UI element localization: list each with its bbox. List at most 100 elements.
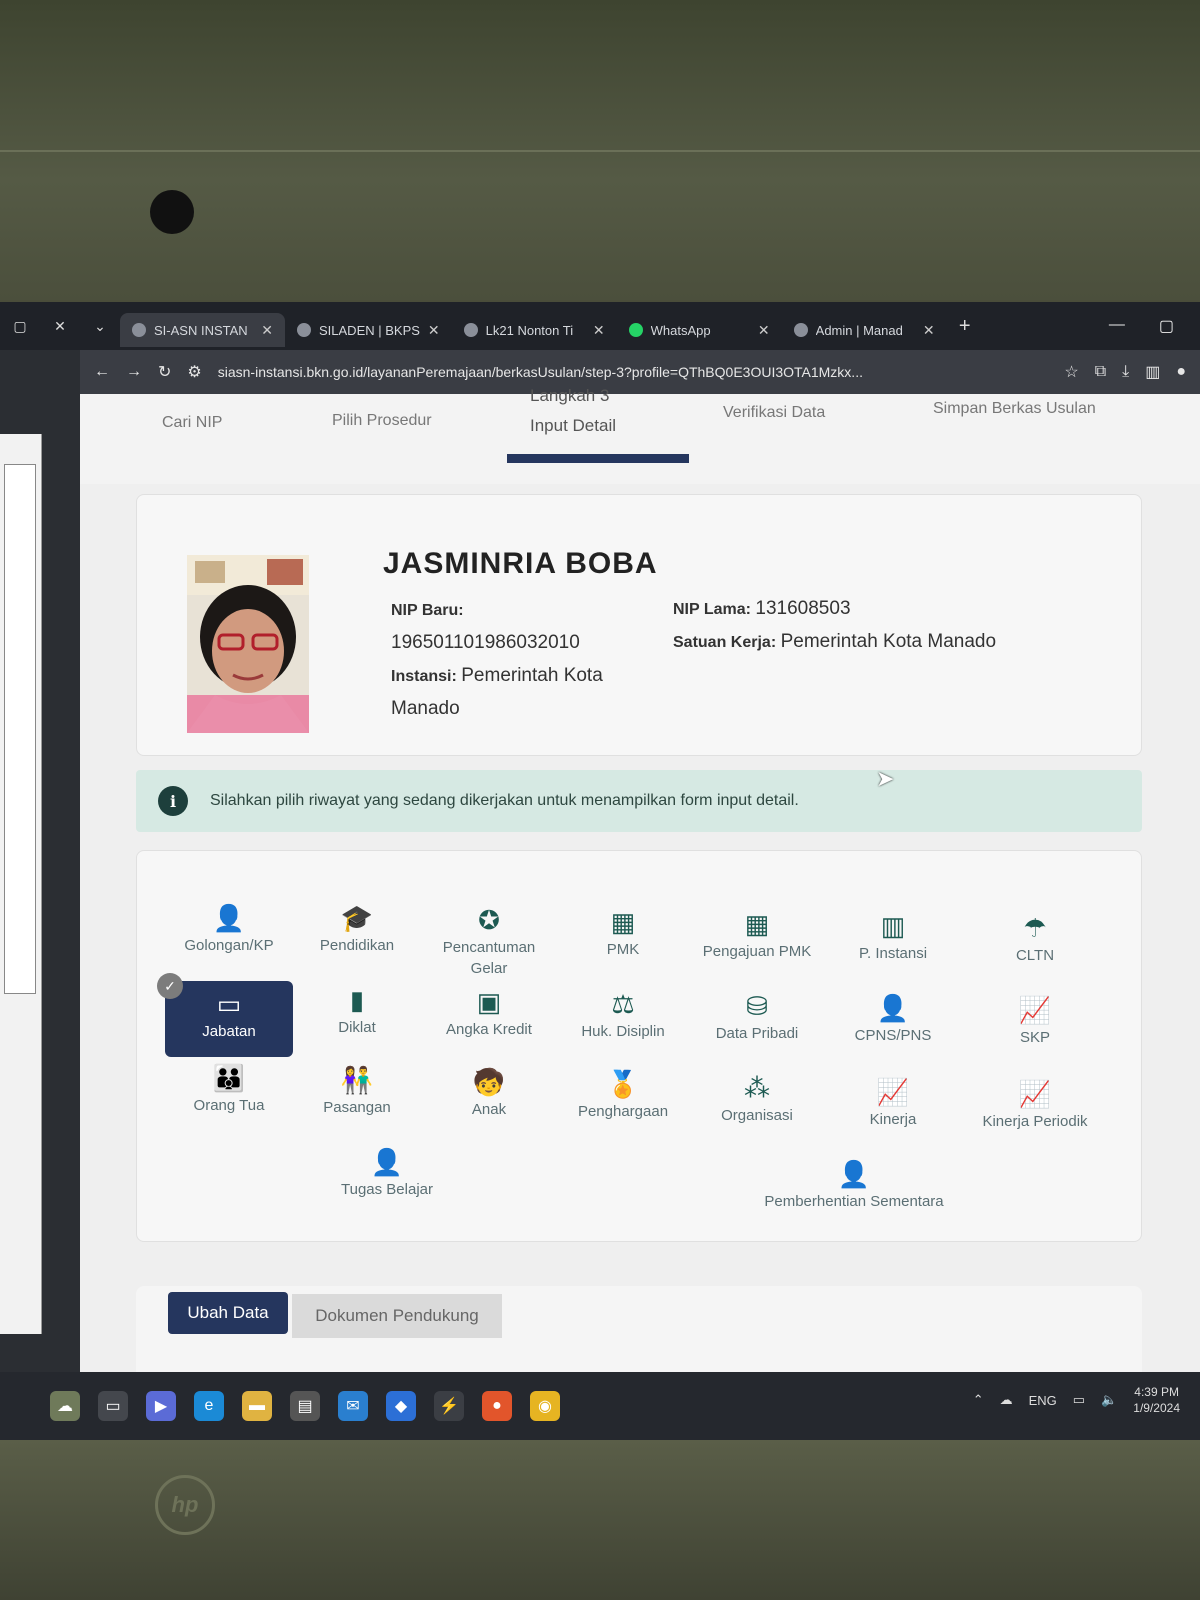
tab-label: SILADEN | BKPS xyxy=(319,322,420,338)
menu-data-pribadi[interactable]: ⛁ Data Pribadi xyxy=(693,991,821,1044)
menu-label: CPNS/PNS xyxy=(854,1027,932,1044)
menu-kinerja[interactable]: 📈 Kinerja xyxy=(829,1077,957,1130)
firefox-icon[interactable]: ● xyxy=(482,1391,512,1421)
clock[interactable]: 4:39 PM 1/9/2024 xyxy=(1133,1384,1180,1416)
menu-jabatan[interactable]: ✓ ▭ Jabatan xyxy=(157,973,293,1057)
menu-label: Penghargaan xyxy=(577,1103,669,1120)
tab-siasn[interactable]: SI-ASN INSTAN ✕ xyxy=(120,313,285,347)
network-icon: ⁂ xyxy=(744,1073,770,1103)
satuan-kerja-label: Satuan Kerja: xyxy=(673,634,777,651)
menu-label: Jabatan xyxy=(202,1023,256,1040)
chrome-icon[interactable]: ◉ xyxy=(530,1391,560,1421)
step-cari-nip[interactable]: Cari NIP xyxy=(162,414,222,432)
step-simpan-berkas[interactable]: Simpan Berkas Usulan xyxy=(933,400,1096,418)
site-settings-icon[interactable]: ⚙ xyxy=(187,362,201,382)
menu-angka-kredit[interactable]: ▣ Angka Kredit xyxy=(425,987,553,1040)
task-view-icon[interactable]: ▭ xyxy=(98,1391,128,1421)
menu-pasangan[interactable]: 👫 Pasangan xyxy=(293,1065,421,1118)
download-icon[interactable]: ⤓ xyxy=(1122,363,1129,381)
menu-pencantuman-gelar[interactable]: ✪ Pencantuman Gelar xyxy=(425,905,553,979)
forward-icon[interactable]: → xyxy=(126,363,142,381)
dokumen-pendukung-button[interactable]: Dokumen Pendukung xyxy=(292,1294,502,1338)
menu-cpns-pns[interactable]: 👤 CPNS/PNS xyxy=(829,993,957,1046)
app-icon[interactable]: ⚡ xyxy=(434,1391,464,1421)
tab-siladen[interactable]: SILADEN | BKPS ✕ xyxy=(285,313,452,347)
url-field[interactable]: siasn-instansi.bkn.go.id/layananPeremaja… xyxy=(218,364,1049,380)
menu-kinerja-periodik[interactable]: 📈 Kinerja Periodik xyxy=(971,1079,1099,1132)
chevron-up-icon[interactable]: ⌃ xyxy=(973,1392,984,1408)
menu-diklat[interactable]: ▮ Diklat xyxy=(293,985,421,1038)
database-icon: ⛁ xyxy=(746,991,768,1021)
minimize-icon[interactable]: — xyxy=(1109,316,1125,336)
tab-search-icon[interactable]: ⌄ xyxy=(80,318,120,335)
site-icon xyxy=(132,323,146,337)
instansi-label: Instansi: xyxy=(391,668,457,685)
language-indicator[interactable]: ENG xyxy=(1029,1393,1057,1408)
user-check-icon: 👤 xyxy=(370,1147,404,1177)
tab-admin[interactable]: Admin | Manad ✕ xyxy=(782,313,947,347)
menu-anak[interactable]: 🧒 Anak xyxy=(425,1067,553,1120)
store-icon[interactable]: ▤ xyxy=(290,1391,320,1421)
info-text: Silahkan pilih riwayat yang sedang diker… xyxy=(210,792,799,809)
close-icon[interactable]: ✕ xyxy=(758,322,770,339)
info-alert: i Silahkan pilih riwayat yang sedang dik… xyxy=(136,770,1142,832)
dropbox-icon[interactable]: ◆ xyxy=(386,1391,416,1421)
video-call-icon[interactable]: ▶ xyxy=(146,1391,176,1421)
tab-lk21[interactable]: Lk21 Nonton Ti ✕ xyxy=(452,313,617,347)
menu-huk-disiplin[interactable]: ⚖ Huk. Disiplin xyxy=(559,989,687,1042)
profile-icon[interactable]: ● xyxy=(1176,363,1186,381)
menu-penghargaan[interactable]: 🏅 Penghargaan xyxy=(559,1069,687,1122)
maximize-icon[interactable]: ▢ xyxy=(1159,316,1174,336)
network-tray-icon[interactable]: ☁ xyxy=(1000,1392,1013,1408)
bezel-line xyxy=(0,150,1200,152)
menu-pendidikan[interactable]: 🎓 Pendidikan xyxy=(293,903,421,956)
menu-tugas-belajar[interactable]: 👤 Tugas Belajar xyxy=(323,1147,451,1200)
mouse-cursor-icon: ➤ xyxy=(876,766,895,791)
ubah-data-button[interactable]: Ubah Data xyxy=(168,1292,288,1334)
close-icon[interactable]: ✕ xyxy=(593,322,605,339)
menu-pmk[interactable]: ▦ PMK xyxy=(559,907,687,960)
edge-icon[interactable]: e xyxy=(194,1391,224,1421)
window-menu-icon[interactable]: ▢ xyxy=(0,318,40,335)
file-explorer-icon[interactable]: ▬ xyxy=(242,1391,272,1421)
menu-cltn[interactable]: ☂ CLTN xyxy=(971,913,1099,966)
menu-pemberhentian-sementara[interactable]: 👤 Pemberhentian Sementara xyxy=(739,1159,969,1212)
volume-icon[interactable]: 🔈 xyxy=(1101,1392,1117,1408)
back-icon[interactable]: ← xyxy=(94,363,110,381)
extensions-icon[interactable]: ⧉ xyxy=(1095,363,1106,381)
menu-label: Organisasi xyxy=(721,1107,793,1124)
mail-icon[interactable]: ✉ xyxy=(338,1391,368,1421)
menu-skp[interactable]: 📈 SKP xyxy=(971,995,1099,1048)
system-tray: ⌃ ☁ ENG ▭ 🔈 4:39 PM 1/9/2024 xyxy=(973,1384,1180,1416)
tab-label: Lk21 Nonton Ti xyxy=(485,322,574,338)
close-icon[interactable]: ✕ xyxy=(261,322,273,339)
umbrella-beach-icon: ☂ xyxy=(1023,913,1047,943)
menu-pengajuan-pmk[interactable]: ▦ Pengajuan PMK xyxy=(693,909,821,962)
menu-label: SKP xyxy=(1019,1029,1050,1046)
menu-label: PMK xyxy=(606,941,640,958)
menu-orang-tua[interactable]: 👪 Orang Tua xyxy=(165,1063,293,1116)
step-input-detail[interactable]: Input Detail xyxy=(530,416,616,436)
menu-p-instansi[interactable]: ▥ P. Instansi xyxy=(829,911,957,964)
sidebar-icon[interactable]: ▥ xyxy=(1145,362,1160,382)
satuan-kerja-value: Pemerintah Kota Manado xyxy=(780,631,997,652)
award-icon: ✪ xyxy=(478,905,500,935)
close-icon[interactable]: ✕ xyxy=(923,322,935,339)
close-icon[interactable]: ✕ xyxy=(40,318,80,335)
close-icon[interactable]: ✕ xyxy=(428,322,440,339)
nip-baru-value: 196501101986032010 xyxy=(391,632,580,653)
step-verifikasi-data[interactable]: Verifikasi Data xyxy=(723,404,825,422)
widgets-icon[interactable]: ☁ xyxy=(50,1391,80,1421)
document-preview xyxy=(4,464,36,994)
reload-icon[interactable]: ↻ xyxy=(158,362,171,382)
display-icon[interactable]: ▭ xyxy=(1073,1392,1085,1408)
site-icon xyxy=(297,323,311,337)
new-tab-button[interactable]: + xyxy=(947,315,983,338)
menu-golongan-kp[interactable]: 👤 Golongan/KP xyxy=(165,903,293,956)
page-content: Cari NIP Pilih Prosedur Langkah 3 Input … xyxy=(80,386,1200,1394)
bookmark-star-icon[interactable]: ☆ xyxy=(1064,362,1078,382)
tab-whatsapp[interactable]: WhatsApp ✕ xyxy=(617,313,782,347)
menu-organisasi[interactable]: ⁂ Organisasi xyxy=(693,1073,821,1126)
menu-label: Pasangan xyxy=(323,1099,391,1116)
step-pilih-prosedur[interactable]: Pilih Prosedur xyxy=(332,412,432,430)
